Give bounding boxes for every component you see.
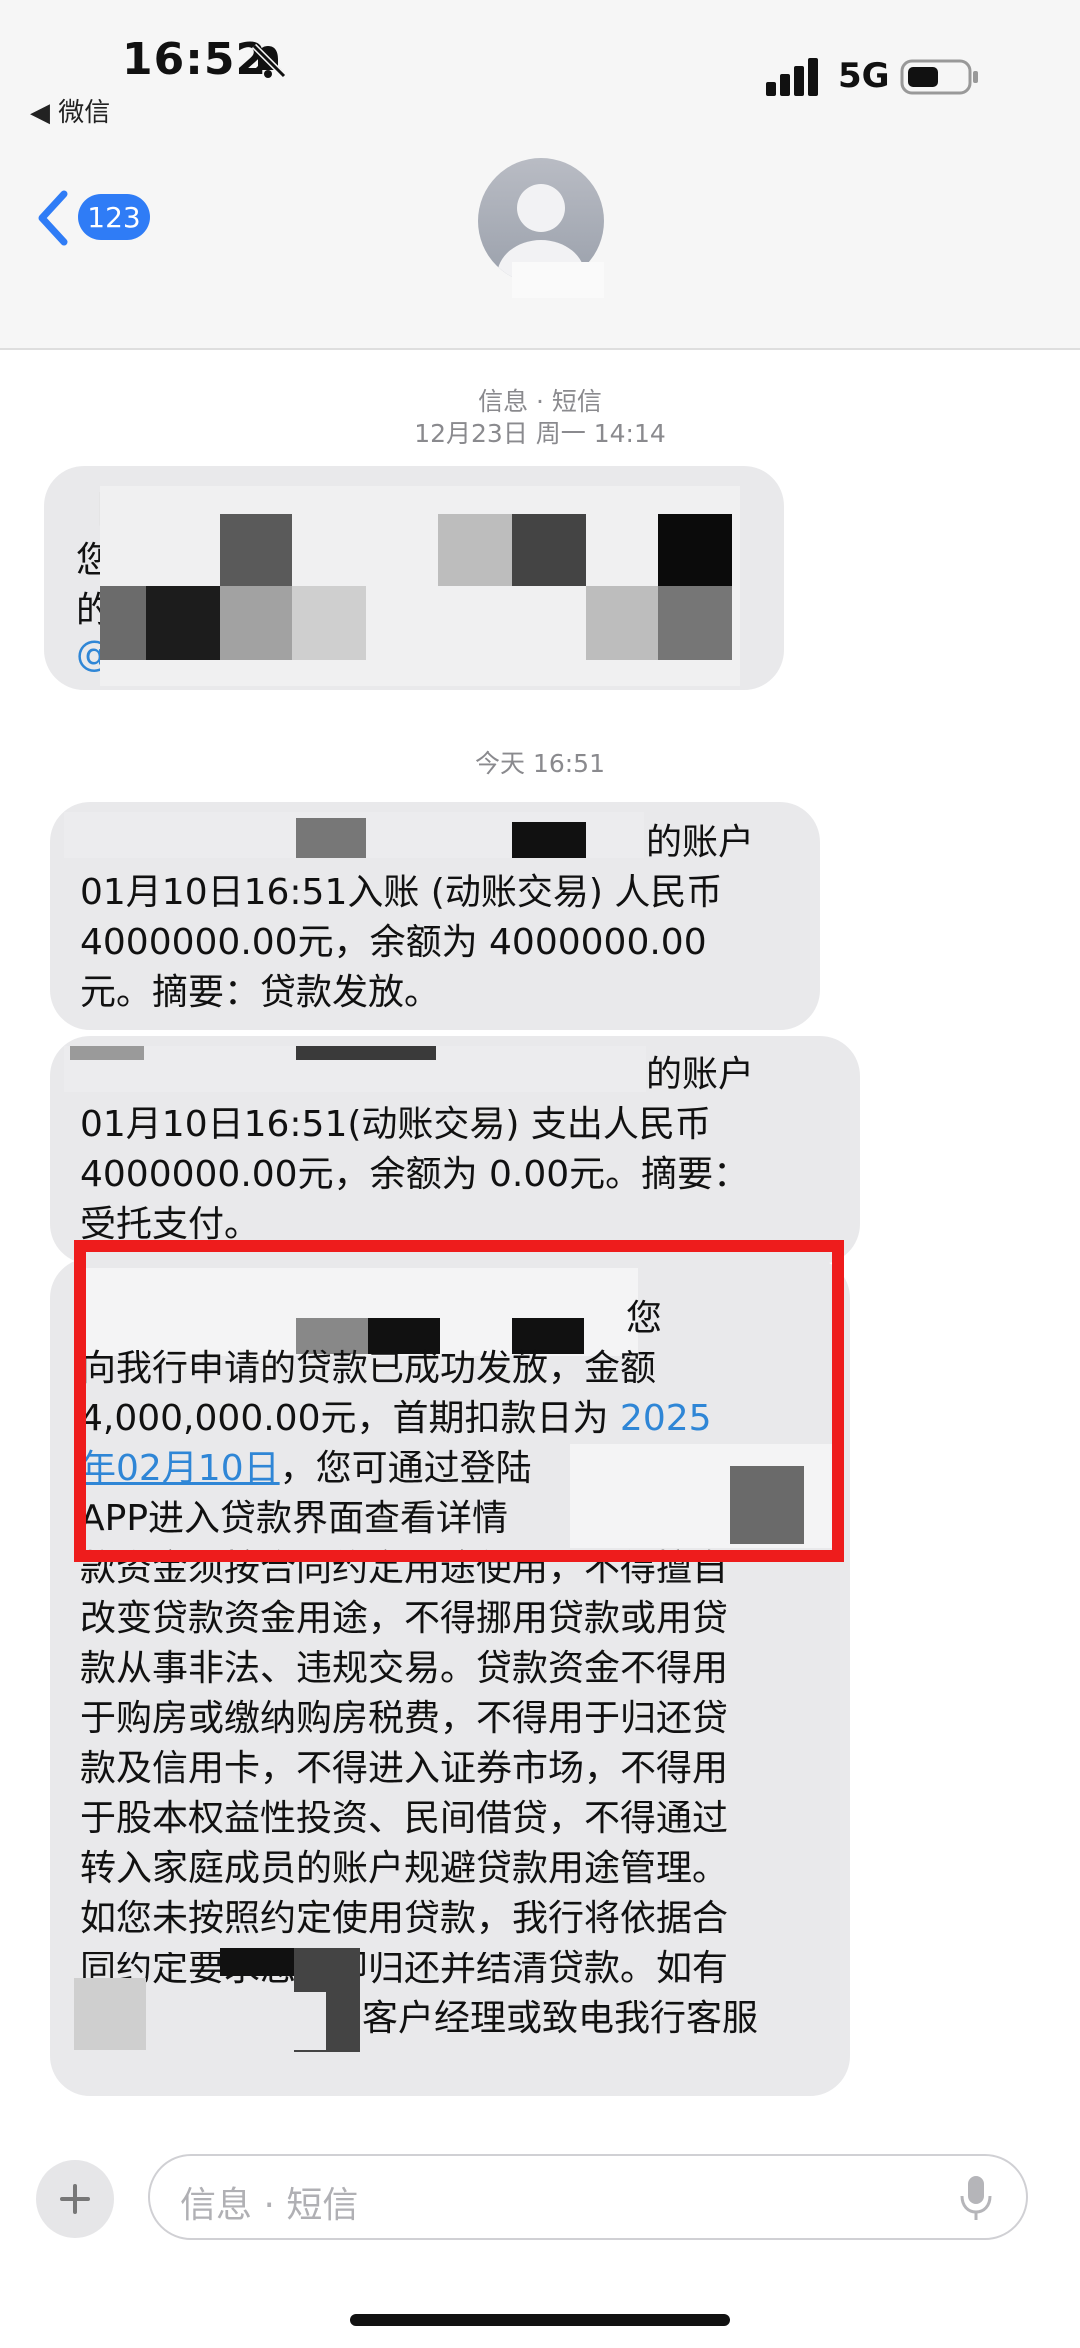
chevron-left-icon[interactable] (34, 188, 74, 248)
today-timestamp: 今天 16:51 (475, 749, 605, 778)
battery-icon (900, 59, 978, 95)
message-2-text: 4000000.00元，余额为 4000000.00 (80, 922, 707, 963)
bell-slash-icon (251, 43, 287, 79)
microphone-icon[interactable] (958, 2174, 994, 2222)
network-type: 5G (838, 56, 890, 96)
message-4-text: 款及信用卡，不得进入证券市场，不得用 (80, 1748, 729, 1789)
return-to-app-link[interactable]: ◀ 微信 (30, 92, 110, 129)
message-3-text: 4000000.00元，余额为 0.00元。摘要： (80, 1154, 750, 1195)
highlight-frame (74, 1240, 844, 1562)
plus-icon (60, 2184, 90, 2214)
unread-count-badge[interactable]: 123 (78, 194, 150, 240)
message-4-text: 改变贷款资金用途，不得挪用贷款或用贷 (80, 1598, 729, 1639)
message-4-text: 于购房或缴纳购房税费，不得用于归还贷 (80, 1698, 729, 1739)
message-4-text: 如您未按照约定使用贷款，我行将依据合 (80, 1898, 729, 1939)
message-4-text: 转入家庭成员的账户规避贷款用途管理。 (80, 1848, 729, 1889)
channel-label: 信息 · 短信 (478, 387, 602, 416)
message-2-text: 01月10日16:51入账 (动账交易) 人民币 (80, 872, 723, 913)
add-attachment-button[interactable] (36, 2160, 114, 2238)
message-4-text: 款从事非法、违规交易。贷款资金不得用 (80, 1648, 729, 1689)
message-2-text: 的账户 (646, 822, 755, 863)
contact-name-redaction (512, 262, 604, 298)
date-header: 12月23日 周一 14:14 (414, 419, 666, 448)
status-time: 16:52 (122, 34, 268, 85)
message-3-text: 的账户 (646, 1054, 755, 1095)
message-4-text: 于股本权益性投资、民间借贷，不得通过 (80, 1798, 729, 1839)
message-2-text: 元。摘要：贷款发放。 (80, 972, 441, 1013)
message-4-text: 询客户经理或致电我行客服 (326, 1998, 759, 2039)
message-input-placeholder: 信息 · 短信 (180, 2185, 359, 2226)
home-indicator (350, 2314, 730, 2326)
signal-icon (766, 58, 818, 96)
message-3-text: 01月10日16:51(动账交易) 支出人民币 (80, 1104, 711, 1145)
